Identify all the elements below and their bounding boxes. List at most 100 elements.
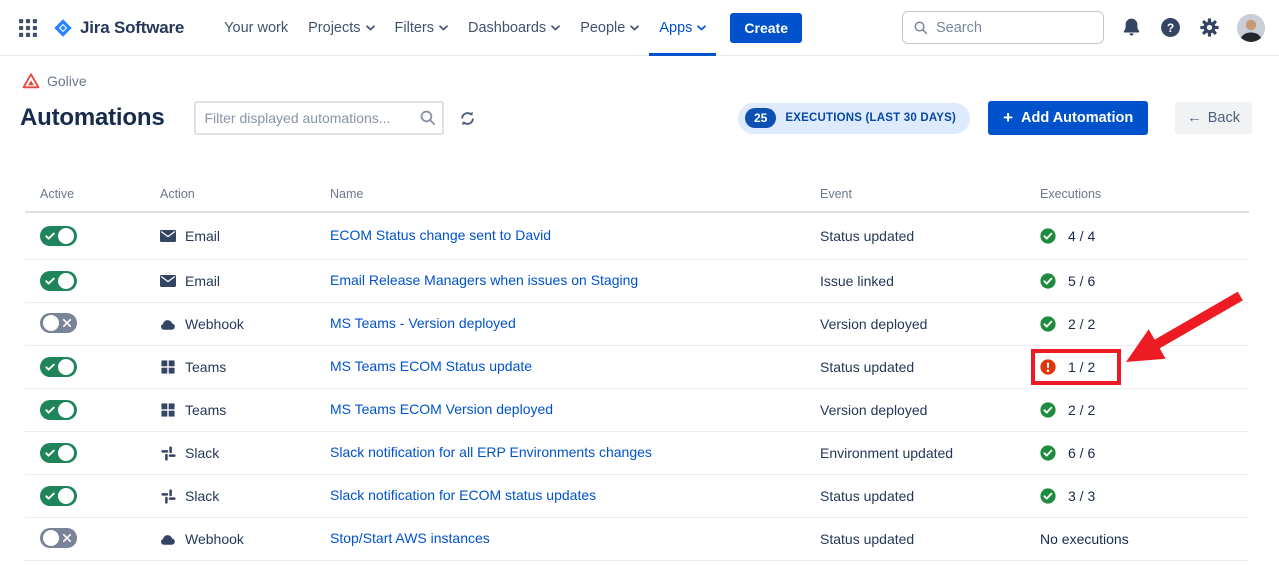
automation-name-link[interactable]: Slack notification for all ERP Environme…: [330, 444, 652, 460]
automation-name-link[interactable]: MS Teams ECOM Status update: [330, 358, 532, 374]
action-label: Teams: [185, 359, 226, 375]
nav-item-label: Filters: [395, 20, 434, 36]
page-title: Automations: [20, 104, 164, 132]
search-input[interactable]: [934, 19, 1093, 37]
executions-count: 4 / 4: [1068, 228, 1095, 244]
active-toggle-on[interactable]: [40, 486, 77, 506]
jira-diamond-icon: [52, 17, 74, 39]
email-icon: [160, 273, 176, 289]
brand-name: Jira Software: [80, 18, 184, 38]
settings-gear-icon[interactable]: [1198, 17, 1220, 39]
svg-text:?: ?: [1166, 21, 1173, 35]
toggle-knob: [58, 273, 74, 289]
executions-success-icon: [1040, 402, 1056, 418]
automation-name-link[interactable]: Stop/Start AWS instances: [330, 530, 490, 546]
nav-item-label: Dashboards: [468, 20, 546, 36]
column-header-event: Event: [820, 187, 1040, 201]
nav-menu: Your work Projects Filters Dashboards People…: [214, 0, 716, 56]
page-header: Automations 25 EXECUTIONS (LAST 30 DAYS)…: [20, 99, 1252, 137]
arrow-left-icon: ←: [1187, 110, 1202, 126]
table-row: Email Email Release Managers when issues …: [25, 260, 1249, 303]
nav-item-label: People: [580, 20, 625, 36]
check-icon: [43, 231, 57, 241]
webhook-icon: [160, 316, 176, 332]
active-toggle-on[interactable]: [40, 443, 77, 463]
executions-success-icon: [1040, 228, 1056, 244]
check-icon: [43, 362, 57, 372]
refresh-icon[interactable]: [459, 109, 477, 127]
action-label: Email: [185, 273, 220, 289]
add-automation-label: Add Automation: [1021, 110, 1133, 126]
column-header-executions: Executions: [1040, 187, 1249, 201]
column-header-name: Name: [330, 187, 820, 201]
toggle-knob: [58, 445, 74, 461]
executions-error-icon: [1040, 359, 1056, 375]
toggle-knob: [58, 359, 74, 375]
plus-icon: +: [1003, 112, 1013, 124]
active-toggle-on[interactable]: [40, 271, 77, 291]
jira-logo[interactable]: Jira Software: [52, 17, 184, 39]
chevron-down-icon: [630, 25, 639, 31]
event-label: Environment updated: [820, 445, 1040, 461]
golive-logo-icon: [22, 72, 40, 90]
automation-name-link[interactable]: Slack notification for ECOM status updat…: [330, 487, 596, 503]
column-header-active: Active: [40, 187, 160, 201]
nav-item-people[interactable]: People: [570, 0, 649, 56]
teams-icon: [160, 402, 176, 418]
table-row: SlackSlack notification for all ERP Envi…: [25, 432, 1249, 475]
annotation-highlight-box: 1 / 2: [1031, 349, 1121, 385]
executions-count: 1 / 2: [1068, 359, 1095, 375]
check-icon: [43, 405, 57, 415]
active-toggle-on[interactable]: [40, 357, 77, 377]
automation-name-link[interactable]: MS Teams ECOM Version deployed: [330, 401, 553, 417]
global-search[interactable]: [902, 11, 1104, 44]
breadcrumb: Golive: [22, 72, 1279, 90]
check-icon: [43, 491, 57, 501]
nav-item-label: Your work: [224, 20, 288, 36]
action-label: Webhook: [185, 531, 244, 547]
active-toggle-off[interactable]: [40, 313, 77, 333]
filter-automations-input[interactable]: [194, 101, 444, 135]
table-row: SlackSlack notification for ECOM status …: [25, 475, 1249, 518]
executions-summary-badge[interactable]: 25 EXECUTIONS (LAST 30 DAYS): [738, 103, 970, 134]
active-toggle-off[interactable]: [40, 528, 77, 548]
help-icon[interactable]: ?: [1159, 17, 1181, 39]
notifications-bell-icon[interactable]: [1120, 17, 1142, 39]
automation-name-link[interactable]: MS Teams - Version deployed: [330, 315, 516, 331]
nav-item-dashboards[interactable]: Dashboards: [458, 0, 570, 56]
app-switcher-icon[interactable]: [18, 17, 40, 39]
toggle-knob: [43, 315, 59, 331]
toggle-knob: [43, 530, 59, 546]
nav-item-your-work[interactable]: Your work: [214, 0, 298, 56]
table-row: TeamsMS Teams ECOM Status updateStatus u…: [25, 346, 1249, 389]
webhook-icon: [160, 531, 176, 547]
breadcrumb-app-name[interactable]: Golive: [47, 73, 87, 89]
add-automation-button[interactable]: + Add Automation: [988, 101, 1148, 135]
automation-name-link[interactable]: Email Release Managers when issues on St…: [330, 272, 638, 288]
back-button[interactable]: ← Back: [1175, 102, 1252, 134]
user-avatar[interactable]: [1237, 14, 1265, 42]
toggle-knob: [58, 228, 74, 244]
teams-icon: [160, 359, 176, 375]
executions-count: 3 / 3: [1068, 488, 1095, 504]
toggle-knob: [58, 402, 74, 418]
automation-name-link[interactable]: ECOM Status change sent to David: [330, 227, 551, 243]
action-label: Webhook: [185, 316, 244, 332]
nav-item-filters[interactable]: Filters: [385, 0, 458, 56]
filter-field: [194, 101, 444, 135]
create-button[interactable]: Create: [730, 13, 802, 43]
event-label: Status updated: [820, 228, 1040, 244]
nav-item-apps[interactable]: Apps: [649, 0, 716, 56]
nav-item-label: Projects: [308, 20, 360, 36]
table-row: TeamsMS Teams ECOM Version deployedVersi…: [25, 389, 1249, 432]
table-row: WebhookMS Teams - Version deployedVersio…: [25, 303, 1249, 346]
nav-item-label: Apps: [659, 20, 692, 36]
executions-badge-label: EXECUTIONS (LAST 30 DAYS): [785, 112, 956, 124]
action-label: Email: [185, 228, 220, 244]
nav-item-projects[interactable]: Projects: [298, 0, 384, 56]
event-label: Status updated: [820, 488, 1040, 504]
executions-success-icon: [1040, 488, 1056, 504]
active-toggle-on[interactable]: [40, 226, 77, 246]
slack-icon: [160, 488, 176, 504]
active-toggle-on[interactable]: [40, 400, 77, 420]
